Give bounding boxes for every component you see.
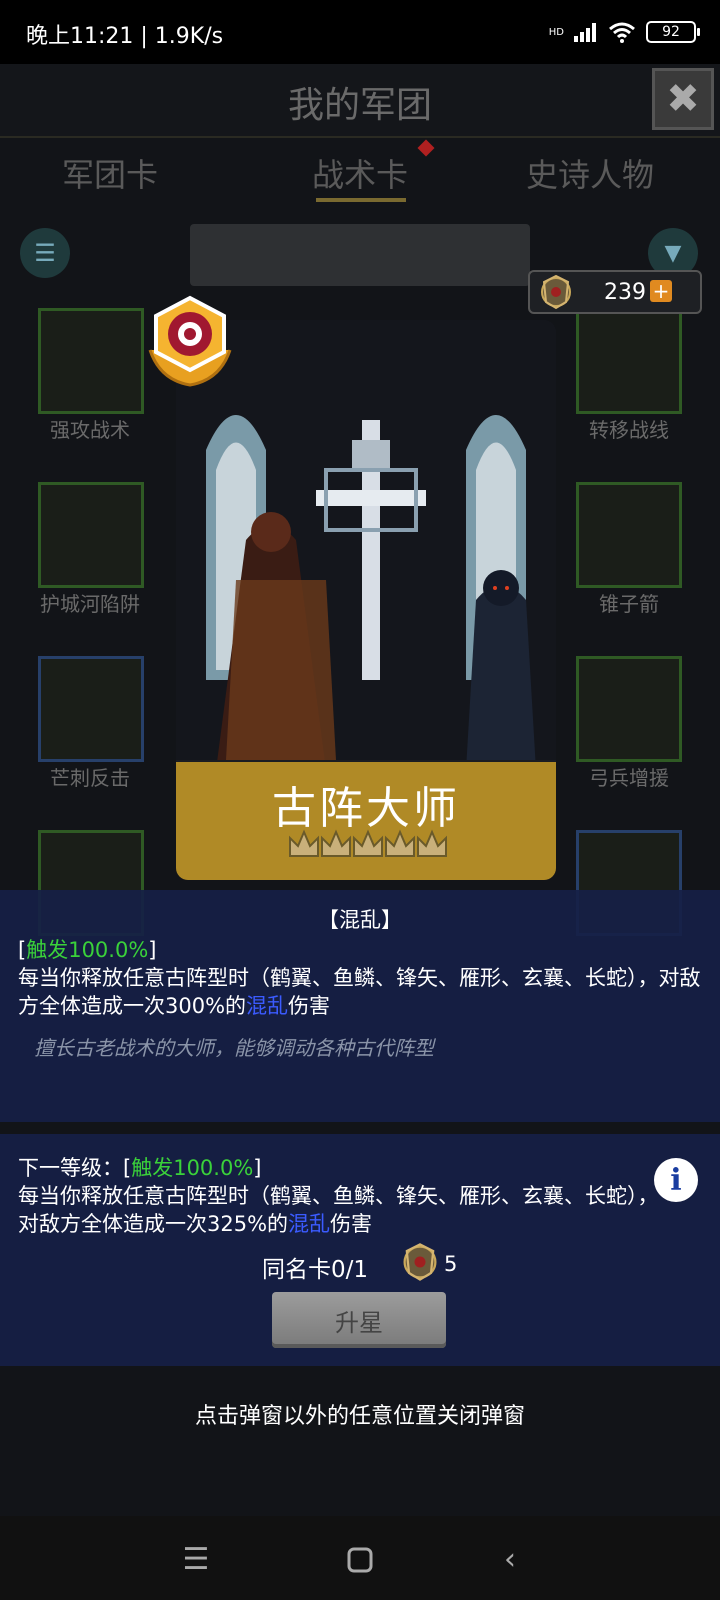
currency-value: 239: [604, 280, 646, 305]
battery-level: 92: [662, 24, 680, 40]
next-effect-keyword: 混乱: [288, 1212, 331, 1236]
upgrade-star-button[interactable]: 升星: [272, 1292, 446, 1348]
card-label: 弓兵增援: [589, 766, 669, 790]
close-icon: ✖: [666, 76, 700, 122]
effect-description: [触发100.0%] 每当你释放任意古阵型时（鹤翼、鱼鳞、锋矢、雁形、玄襄、长蛇…: [18, 936, 708, 1020]
info-button[interactable]: i: [654, 1158, 698, 1202]
status-icons: HD 92: [548, 18, 700, 46]
effect-text-end: 伤害: [288, 994, 331, 1018]
next-effect-text-end: 伤害: [330, 1212, 373, 1236]
status-time: 晚上11:21 | 1.9K/s: [26, 24, 224, 49]
trigger-chance: 触发100.0%: [26, 938, 149, 962]
card-thumb[interactable]: [576, 482, 682, 588]
rank-badge-icon: [148, 295, 232, 387]
card-label: 锥子箭: [599, 592, 659, 616]
card-thumb[interactable]: [38, 482, 144, 588]
network-label: HD: [548, 26, 564, 38]
card-label: 强攻战术: [50, 418, 130, 442]
crest-icon: [541, 274, 571, 310]
card-label: 转移战线: [589, 418, 669, 442]
card-thumb[interactable]: [576, 308, 682, 414]
list-view-button[interactable]: ☰: [20, 228, 70, 278]
bracket-close: ]: [148, 938, 157, 962]
list-icon: ☰: [34, 239, 56, 267]
tab-active-indicator: [316, 198, 406, 202]
card-thumb[interactable]: [38, 308, 144, 414]
back-icon[interactable]: ‹: [490, 1540, 530, 1580]
card-thumb[interactable]: [38, 656, 144, 762]
tab-tactic-card[interactable]: 战术卡: [250, 150, 470, 196]
next-trigger-chance: 触发100.0%: [131, 1156, 254, 1180]
page-title: 我的军团: [287, 85, 432, 126]
card-thumb[interactable]: [576, 656, 682, 762]
battery-icon: 92: [646, 21, 700, 43]
card-label: 护城河陷阱: [40, 592, 140, 616]
effect-title: 【混乱】: [318, 908, 402, 932]
next-bracket-close: ]: [253, 1156, 262, 1180]
add-currency-button[interactable]: +: [650, 280, 672, 302]
next-level-description: 下一等级：[触发100.0%] 每当你释放任意古阵型时（鹤翼、鱼鳞、锋矢、雁形、…: [18, 1154, 668, 1238]
crest-cost: 5: [444, 1252, 458, 1276]
bracket-open: [: [18, 938, 27, 962]
info-icon: i: [670, 1162, 682, 1198]
effect-text: 每当你释放任意古阵型时（鹤翼、鱼鳞、锋矢、雁形、玄襄、长蛇），对敌方全体造成一次…: [18, 966, 701, 1018]
filter-icon: ▼: [664, 240, 682, 266]
card-label: 芒刺反击: [50, 766, 130, 790]
close-hint[interactable]: 点击弹窗以外的任意位置关闭弹窗: [0, 1398, 720, 1430]
crest-icon: [403, 1243, 437, 1281]
next-level-prefix: 下一等级：[: [18, 1156, 132, 1180]
tab-legion-card[interactable]: 军团卡: [0, 150, 220, 196]
close-button[interactable]: ✖: [652, 68, 714, 130]
signal-icon: [574, 23, 596, 42]
search-input[interactable]: [190, 224, 530, 286]
star-crowns-icon: [289, 829, 447, 857]
same-card-count: 同名卡0/1: [262, 1257, 369, 1283]
menu-icon[interactable]: ☰: [176, 1540, 216, 1580]
effect-keyword: 混乱: [246, 994, 289, 1018]
tab-epic-character[interactable]: 史诗人物: [480, 150, 700, 196]
wifi-icon: [609, 22, 635, 43]
flavor-text: 擅长古老战术的大师，能够调动各种古代阵型: [34, 1036, 434, 1060]
currency-display: 239 +: [528, 270, 702, 314]
home-icon[interactable]: [340, 1540, 380, 1580]
